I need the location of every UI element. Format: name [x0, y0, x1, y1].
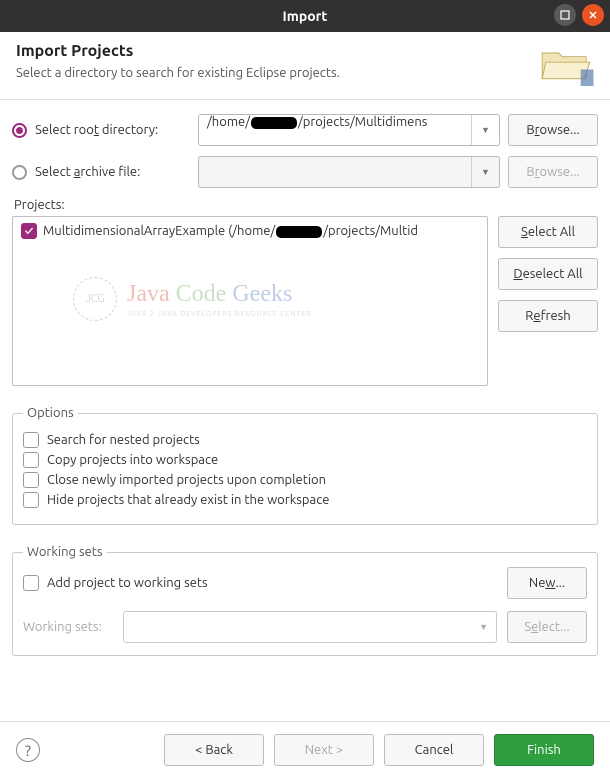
help-button[interactable]: ?	[16, 738, 40, 762]
folder-icon	[538, 42, 594, 89]
working-sets-combo: ▼	[123, 611, 497, 643]
hide-checkbox[interactable]	[23, 492, 39, 508]
archive-file-row: Select archive file: ▼ Browse...	[12, 156, 598, 188]
browse-root-button[interactable]: Browse...	[508, 114, 598, 146]
working-sets-legend: Working sets	[23, 545, 107, 559]
select-all-button[interactable]: Select All	[498, 216, 598, 248]
chevron-down-icon: ▼	[479, 622, 488, 632]
window-title: Import	[283, 8, 328, 24]
project-name: MultidimensionalArrayExample (/home//pro…	[43, 224, 418, 238]
next-button: Next >	[274, 734, 374, 766]
maximize-button[interactable]	[554, 4, 576, 26]
project-item[interactable]: MultidimensionalArrayExample (/home//pro…	[21, 223, 479, 239]
select-working-set-button: Select...	[507, 611, 587, 643]
new-working-set-button[interactable]: New...	[507, 567, 587, 599]
archive-file-dropdown: ▼	[471, 157, 499, 187]
option-hide[interactable]: Hide projects that already exist in the …	[23, 492, 587, 508]
redacted-text	[251, 117, 297, 129]
root-directory-label: Select root directory:	[35, 123, 190, 137]
root-directory-row: Select root directory: /home//projects/M…	[12, 114, 598, 146]
options-group: Options Search for nested projects Copy …	[12, 406, 598, 525]
footer: ? < Back Next > Cancel Finish	[0, 721, 610, 778]
option-nested[interactable]: Search for nested projects	[23, 432, 587, 448]
watermark: JCG Java Code Geeks JAVA 2 JAVA DEVELOPE…	[73, 277, 312, 321]
archive-file-label: Select archive file:	[35, 165, 190, 179]
nested-checkbox[interactable]	[23, 432, 39, 448]
projects-list[interactable]: MultidimensionalArrayExample (/home//pro…	[12, 216, 488, 386]
add-working-set-checkbox[interactable]	[23, 575, 39, 591]
archive-file-input	[199, 157, 471, 187]
add-working-set-label: Add project to working sets	[47, 576, 208, 590]
titlebar: Import	[0, 0, 610, 32]
deselect-all-button[interactable]: Deselect All	[498, 258, 598, 290]
browse-archive-button: Browse...	[508, 156, 598, 188]
back-button[interactable]: < Back	[164, 734, 264, 766]
close-button[interactable]	[582, 4, 604, 26]
option-close[interactable]: Close newly imported projects upon compl…	[23, 472, 587, 488]
archive-file-combo: ▼	[198, 156, 500, 188]
cancel-button[interactable]: Cancel	[384, 734, 484, 766]
project-checkbox[interactable]	[21, 223, 37, 239]
close-checkbox[interactable]	[23, 472, 39, 488]
projects-label: Projects:	[14, 198, 598, 212]
page-subtitle: Select a directory to search for existin…	[16, 66, 538, 80]
redacted-text	[276, 226, 322, 238]
refresh-button[interactable]: Refresh	[498, 300, 598, 332]
root-directory-radio[interactable]	[12, 123, 27, 138]
working-sets-combo-label: Working sets:	[23, 620, 113, 634]
root-directory-input[interactable]: /home//projects/Multidimens	[199, 115, 471, 145]
options-legend: Options	[23, 406, 78, 420]
archive-file-radio[interactable]	[12, 165, 27, 180]
page-title: Import Projects	[16, 42, 538, 60]
copy-checkbox[interactable]	[23, 452, 39, 468]
option-copy[interactable]: Copy projects into workspace	[23, 452, 587, 468]
finish-button[interactable]: Finish	[494, 734, 594, 766]
wizard-header: Import Projects Select a directory to se…	[0, 32, 610, 100]
root-directory-dropdown[interactable]: ▼	[471, 115, 499, 145]
working-sets-group: Working sets Add project to working sets…	[12, 545, 598, 656]
root-directory-combo[interactable]: /home//projects/Multidimens ▼	[198, 114, 500, 146]
